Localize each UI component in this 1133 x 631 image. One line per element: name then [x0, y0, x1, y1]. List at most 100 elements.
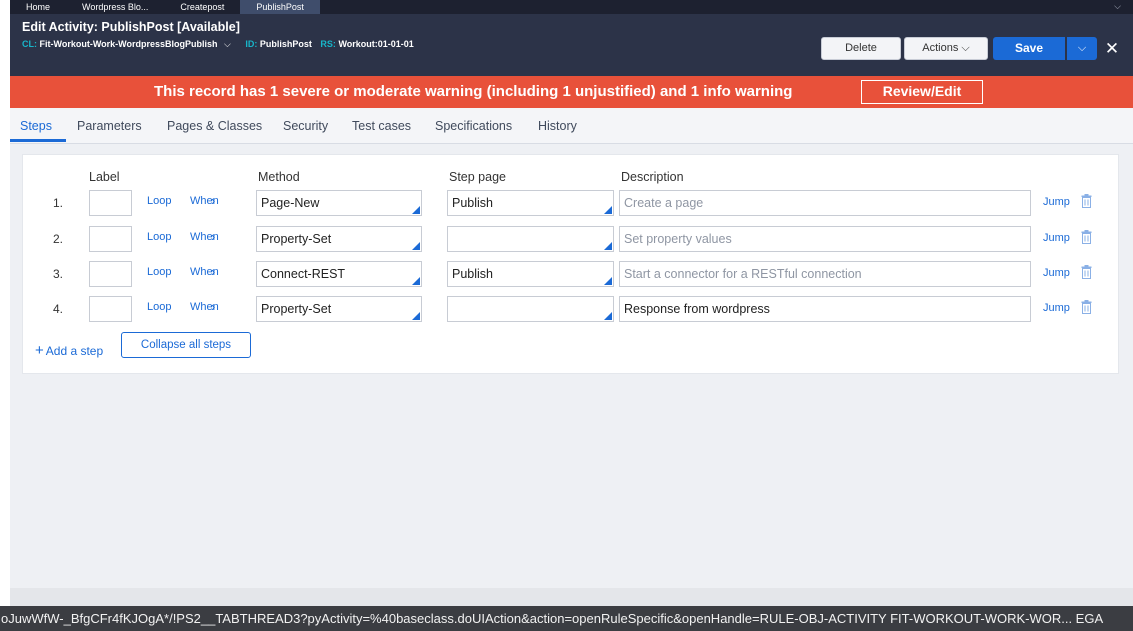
- active-tab-indicator: [10, 139, 66, 142]
- tab-specifications[interactable]: Specifications: [435, 119, 512, 133]
- actions-label: Actions: [922, 42, 959, 54]
- steps-card: Label Method Step page Description 1. Lo…: [22, 154, 1119, 374]
- review-edit-button[interactable]: Review/Edit: [861, 80, 983, 104]
- step-number: 4.: [53, 302, 64, 316]
- expand-chevron-icon[interactable]: ›: [211, 299, 215, 314]
- autocomplete-corner-icon: [604, 242, 612, 250]
- autocomplete-corner-icon: [412, 242, 420, 250]
- delete-button[interactable]: Delete: [821, 37, 901, 60]
- tab-history[interactable]: History: [538, 119, 577, 133]
- add-step-label: Add a step: [45, 344, 104, 358]
- jump-link[interactable]: Jump: [1043, 267, 1070, 279]
- loop-link[interactable]: Loop: [147, 301, 171, 313]
- cl-chevron-down-icon[interactable]: ⌵: [224, 39, 231, 49]
- step-row: 1. Loop When › Page-New Publish Create a…: [23, 189, 1120, 217]
- expand-chevron-icon[interactable]: ›: [211, 193, 215, 208]
- autocomplete-corner-icon: [412, 277, 420, 285]
- tab-test-cases[interactable]: Test cases: [352, 119, 411, 133]
- trash-icon[interactable]: [1081, 230, 1092, 249]
- step-page-field[interactable]: [447, 226, 614, 252]
- doc-tab-publishpost[interactable]: PublishPost: [240, 0, 320, 14]
- step-page-value: Publish: [452, 267, 493, 281]
- footer-divider: [10, 588, 1133, 606]
- step-label-input[interactable]: [89, 226, 132, 252]
- autocomplete-corner-icon: [604, 312, 612, 320]
- step-page-field[interactable]: Publish: [447, 190, 614, 216]
- tabs-chevron-down-icon[interactable]: ⌵: [1114, 1, 1121, 12]
- rule-tab-bar: Steps Parameters Pages & Classes Securit…: [10, 108, 1133, 144]
- loop-link[interactable]: Loop: [147, 266, 171, 278]
- step-number: 1.: [53, 196, 64, 210]
- id-key: ID:: [245, 39, 258, 49]
- jump-link[interactable]: Jump: [1043, 232, 1070, 244]
- expand-chevron-icon[interactable]: ›: [211, 264, 215, 279]
- autocomplete-corner-icon: [604, 206, 612, 214]
- jump-link[interactable]: Jump: [1043, 302, 1070, 314]
- autocomplete-corner-icon: [412, 312, 420, 320]
- plus-icon: +: [35, 342, 44, 359]
- actions-chevron-down-icon: ⌵: [961, 42, 970, 54]
- jump-link[interactable]: Jump: [1043, 196, 1070, 208]
- trash-icon[interactable]: [1081, 194, 1092, 213]
- save-options-chevron-down-icon[interactable]: ⌵: [1067, 37, 1097, 60]
- step-label-input[interactable]: [89, 261, 132, 287]
- loop-link[interactable]: Loop: [147, 231, 171, 243]
- cl-value[interactable]: Fit-Workout-Work-WordpressBlogPublish: [40, 39, 218, 49]
- add-step-link[interactable]: + Add a step: [35, 342, 103, 359]
- expand-chevron-icon[interactable]: ›: [211, 229, 215, 244]
- method-value: Page-New: [261, 196, 320, 210]
- autocomplete-corner-icon: [604, 277, 612, 285]
- step-row: 3. Loop When › Connect-REST Publish Star…: [23, 260, 1120, 288]
- method-field[interactable]: Page-New: [256, 190, 422, 216]
- cl-key: CL:: [22, 39, 37, 49]
- actions-button[interactable]: Actions ⌵: [904, 37, 988, 60]
- doc-tab-wordpress-blog[interactable]: Wordpress Blo...: [66, 0, 164, 14]
- main-content: Label Method Step page Description 1. Lo…: [10, 144, 1133, 605]
- step-number: 2.: [53, 232, 64, 246]
- method-field[interactable]: Connect-REST: [256, 261, 422, 287]
- tab-security[interactable]: Security: [283, 119, 328, 133]
- loop-link[interactable]: Loop: [147, 195, 171, 207]
- description-field[interactable]: Set property values: [619, 226, 1031, 252]
- document-tab-bar: Home Wordpress Blo... Createpost Publish…: [10, 0, 1133, 14]
- collapse-all-steps-button[interactable]: Collapse all steps: [121, 332, 251, 358]
- col-header-method: Method: [258, 170, 300, 184]
- step-label-input[interactable]: [89, 190, 132, 216]
- doc-tab-home[interactable]: Home: [10, 0, 66, 14]
- method-value: Connect-REST: [261, 267, 346, 281]
- save-button[interactable]: Save: [993, 37, 1065, 60]
- page-title: Edit Activity: PublishPost [Available]: [22, 20, 240, 34]
- id-value: PublishPost: [259, 39, 312, 49]
- description-field[interactable]: Create a page: [619, 190, 1031, 216]
- tab-parameters[interactable]: Parameters: [77, 119, 142, 133]
- doc-tab-createpost[interactable]: Createpost: [164, 0, 240, 14]
- close-icon[interactable]: ✕: [1102, 39, 1122, 59]
- col-header-description: Description: [621, 170, 684, 184]
- method-field[interactable]: Property-Set: [256, 226, 422, 252]
- warning-text: This record has 1 severe or moderate war…: [154, 83, 793, 100]
- tab-pages-classes[interactable]: Pages & Classes: [167, 119, 262, 133]
- rule-meta: CL: Fit-Workout-Work-WordpressBlogPublis…: [22, 39, 414, 50]
- trash-icon[interactable]: [1081, 300, 1092, 319]
- status-url-bar: oJuwWfW-_BfgCFr4fKJOgA*/!PS2__TABTHREAD3…: [0, 606, 1133, 631]
- rs-key: RS:: [320, 39, 336, 49]
- step-page-field[interactable]: [447, 296, 614, 322]
- step-page-value: Publish: [452, 196, 493, 210]
- method-field[interactable]: Property-Set: [256, 296, 422, 322]
- description-field[interactable]: Start a connector for a RESTful connecti…: [619, 261, 1031, 287]
- rule-header: Edit Activity: PublishPost [Available] C…: [10, 14, 1133, 76]
- step-number: 3.: [53, 267, 64, 281]
- rs-value: Workout:01-01-01: [338, 39, 414, 49]
- step-row: 2. Loop When › Property-Set Set property…: [23, 225, 1120, 253]
- step-label-input[interactable]: [89, 296, 132, 322]
- step-page-field[interactable]: Publish: [447, 261, 614, 287]
- tab-steps[interactable]: Steps: [20, 119, 52, 133]
- step-row: 4. Loop When › Property-Set Response fro…: [23, 295, 1120, 323]
- autocomplete-corner-icon: [412, 206, 420, 214]
- col-header-label: Label: [89, 170, 120, 184]
- method-value: Property-Set: [261, 232, 332, 246]
- col-header-step-page: Step page: [449, 170, 506, 184]
- warning-banner: This record has 1 severe or moderate war…: [10, 76, 1133, 108]
- description-field[interactable]: Response from wordpress: [619, 296, 1031, 322]
- trash-icon[interactable]: [1081, 265, 1092, 284]
